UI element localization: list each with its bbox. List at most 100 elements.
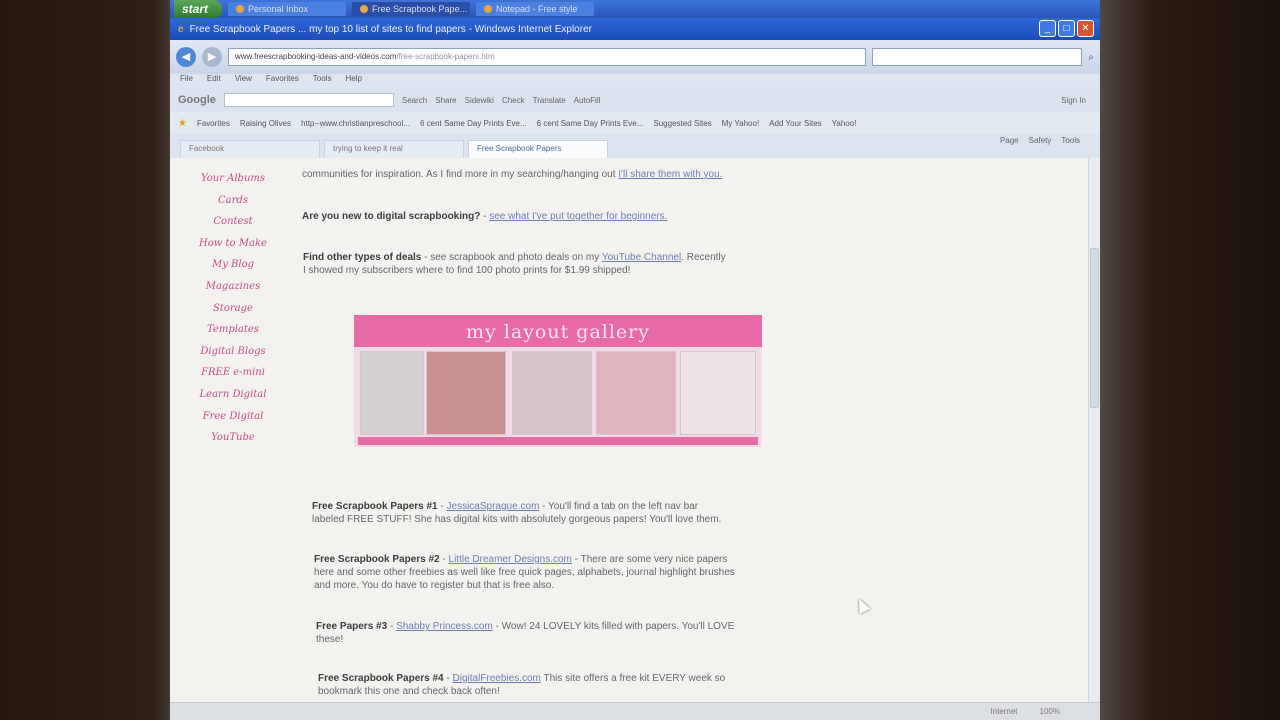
zoom-level[interactable]: 100% xyxy=(1040,707,1060,716)
nav-link[interactable]: Contest xyxy=(198,211,268,233)
fav-link[interactable]: My Yahoo! xyxy=(722,119,760,128)
tab-facebook[interactable]: Facebook xyxy=(180,140,320,158)
entry-text: here and some other freebies as well lik… xyxy=(314,567,735,578)
window-title: Free Scrapbook Papers ... my top 10 list… xyxy=(189,23,592,35)
nav-link[interactable]: FREE e-mini xyxy=(198,362,268,384)
fav-link[interactable]: Yahoo! xyxy=(832,119,857,128)
entry-link[interactable]: DigitalFreebies.com xyxy=(453,673,541,684)
google-autofill-button[interactable]: AutoFill xyxy=(574,96,601,105)
window-titlebar: e Free Scrapbook Papers ... my top 10 li… xyxy=(170,18,1100,40)
fav-link[interactable]: Add Your Sites xyxy=(769,119,821,128)
fav-link[interactable]: http--www.christianpreschool... xyxy=(301,119,410,128)
left-nav: Your Albums Cards Contest How to Make My… xyxy=(198,168,268,449)
tab-blog[interactable]: trying to keep it real xyxy=(324,140,464,158)
app-icon xyxy=(484,5,493,13)
ie-icon: e xyxy=(178,23,184,35)
nav-link[interactable]: Digital Blogs xyxy=(198,341,268,363)
nav-link[interactable]: How to Make xyxy=(198,233,268,255)
live-search-input[interactable] xyxy=(872,48,1083,66)
menu-view[interactable]: View xyxy=(235,74,252,88)
layout-gallery-banner[interactable]: my layout gallery xyxy=(354,315,762,447)
maximize-button[interactable]: □ xyxy=(1058,20,1075,37)
entry-text: - There are some very nice papers xyxy=(571,554,728,565)
layout-thumbnail xyxy=(680,351,756,435)
fav-link[interactable]: Suggested Sites xyxy=(653,119,711,128)
fav-link[interactable]: 6 cent Same Day Prints Eve... xyxy=(420,119,527,128)
google-check-button[interactable]: Check xyxy=(502,96,525,105)
security-zone: Internet xyxy=(990,707,1018,716)
tab-bar: Facebook trying to keep it real Free Scr… xyxy=(170,134,1100,158)
menu-help[interactable]: Help xyxy=(345,74,361,88)
nav-link[interactable]: Learn Digital xyxy=(198,384,268,406)
youtube-channel-link[interactable]: YouTube Channel xyxy=(602,252,681,263)
entry-text: - Wow! 24 LOVELY kits filled with papers… xyxy=(492,621,735,632)
entry-link[interactable]: JessicaSprague.com xyxy=(447,501,540,512)
command-bar: Page Safety Tools xyxy=(1000,136,1080,145)
taskbar-item-notepad[interactable]: Notepad - Free style xyxy=(476,2,595,16)
menu-tools[interactable]: Tools xyxy=(313,74,332,88)
taskbar-item-label: Free Scrapbook Pape... xyxy=(372,4,468,14)
nav-link[interactable]: Your Albums xyxy=(198,168,268,190)
close-button[interactable]: ✕ xyxy=(1077,20,1094,37)
nav-link[interactable]: YouTube xyxy=(198,427,268,449)
google-search-button[interactable]: Search xyxy=(402,96,427,105)
nav-link[interactable]: Storage xyxy=(198,298,268,320)
window-controls: _ □ ✕ xyxy=(1039,20,1094,37)
taskbar-item-label: Notepad - Free style xyxy=(496,4,578,14)
entry-text: - You'll find a tab on the left nav bar xyxy=(539,501,699,512)
intro-paragraph: communities for inspiration. As I find m… xyxy=(302,168,722,181)
safety-menu[interactable]: Safety xyxy=(1029,136,1052,145)
nav-link[interactable]: Templates xyxy=(198,319,268,341)
deals-label: Find other types of deals xyxy=(303,252,422,263)
taskbar-item-ie[interactable]: Free Scrapbook Pape... xyxy=(352,2,471,16)
beginners-link[interactable]: see what I've put together for beginners… xyxy=(489,211,667,222)
layout-thumbnail xyxy=(426,351,506,435)
entry-text: This site offers a free kit EVERY week s… xyxy=(540,673,726,684)
start-button[interactable]: start xyxy=(174,0,223,18)
entry-text: these! xyxy=(316,634,344,645)
nav-link[interactable]: Magazines xyxy=(198,276,268,298)
favorites-bar: ★ Favorites Raising Olives http--www.chr… xyxy=(170,112,1100,134)
gallery-title: my layout gallery xyxy=(354,315,762,347)
minimize-button[interactable]: _ xyxy=(1039,20,1056,37)
entry-link[interactable]: Little Dreamer Designs.com xyxy=(449,554,572,565)
tab-free-scrapbook-papers[interactable]: Free Scrapbook Papers xyxy=(468,140,608,158)
favorites-button[interactable]: Favorites xyxy=(197,119,230,128)
taskbar-item-inbox[interactable]: Personal Inbox xyxy=(228,2,347,16)
layout-thumbnail xyxy=(596,351,676,435)
layout-thumbnail xyxy=(512,351,592,435)
nav-link[interactable]: Free Digital xyxy=(198,406,268,428)
entry-link[interactable]: Shabby Princess.com xyxy=(396,621,493,632)
scrollbar-thumb[interactable] xyxy=(1090,248,1099,408)
intro-text: communities for inspiration. As I find m… xyxy=(302,169,616,180)
page-menu[interactable]: Page xyxy=(1000,136,1019,145)
google-search-input[interactable] xyxy=(223,93,394,107)
google-translate-button[interactable]: Translate xyxy=(533,96,566,105)
nav-link[interactable]: My Blog xyxy=(198,254,268,276)
url-input[interactable]: www.freescrapbooking-ideas-and-videos.co… xyxy=(228,48,867,66)
menu-favorites[interactable]: Favorites xyxy=(266,74,299,88)
google-signin-button[interactable]: Sign In xyxy=(1061,96,1086,105)
status-bar: Internet 100% xyxy=(170,702,1100,720)
entry-label: Free Papers #3 xyxy=(316,621,388,632)
fav-link[interactable]: 6 cent Same Day Prints Eve... xyxy=(537,119,644,128)
google-share-button[interactable]: Share xyxy=(435,96,456,105)
search-icon[interactable]: ⌕ xyxy=(1088,52,1094,63)
new-to-digital-label: Are you new to digital scrapbooking? xyxy=(302,211,481,222)
fav-link[interactable]: Raising Olives xyxy=(240,119,291,128)
menu-edit[interactable]: Edit xyxy=(207,74,221,88)
share-link[interactable]: I'll share them with you. xyxy=(618,169,722,180)
tools-menu[interactable]: Tools xyxy=(1061,136,1080,145)
deals-text: I showed my subscribers where to find 10… xyxy=(303,265,631,276)
nav-link[interactable]: Cards xyxy=(198,190,268,212)
taskbar-item-label: Personal Inbox xyxy=(248,4,309,14)
taskbar: start Personal Inbox Free Scrapbook Pape… xyxy=(170,0,1100,18)
google-sidewiki-button[interactable]: Sidewiki xyxy=(465,96,494,105)
monitor-screen: start Personal Inbox Free Scrapbook Pape… xyxy=(170,0,1100,720)
gallery-footer-strip xyxy=(358,437,758,445)
entry-label: Free Scrapbook Papers #1 xyxy=(312,501,438,512)
menu-file[interactable]: File xyxy=(180,74,193,88)
back-button[interactable]: ◀ xyxy=(176,47,196,67)
vertical-scrollbar[interactable] xyxy=(1088,158,1100,706)
forward-button[interactable]: ▶ xyxy=(202,47,222,67)
